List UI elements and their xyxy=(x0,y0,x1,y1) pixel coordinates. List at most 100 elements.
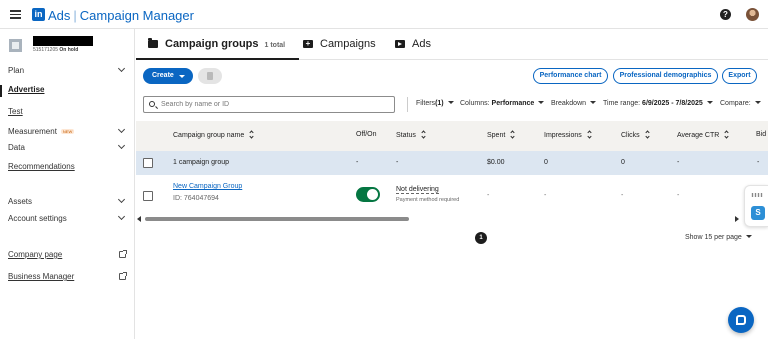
caret-down-icon xyxy=(179,75,185,78)
external-link-icon[interactable] xyxy=(119,250,127,258)
account-status: On hold xyxy=(59,47,79,53)
caret-down-icon xyxy=(538,101,545,104)
professional-demographics-button[interactable]: Professional demographics xyxy=(613,68,718,84)
sidebar-item-business-manager[interactable]: Business Manager xyxy=(8,272,74,281)
sidebar: 515171205 On hold Plan Advertise Test Me… xyxy=(0,29,135,339)
chat-button[interactable] xyxy=(728,307,754,333)
summary-name: 1 campaign group xyxy=(173,159,230,166)
column-header-ctr[interactable]: Average CTR xyxy=(677,131,729,139)
status-toggle[interactable] xyxy=(356,187,380,202)
scroll-left-arrow[interactable] xyxy=(137,216,141,222)
menu-icon[interactable] xyxy=(10,10,21,19)
caret-down-icon xyxy=(754,101,761,104)
tab-campaigns[interactable]: Campaigns xyxy=(303,29,376,60)
drag-handle-icon[interactable] xyxy=(751,193,763,197)
row-ctr: - xyxy=(677,192,680,199)
per-page-dropdown[interactable]: Show 15 per page xyxy=(685,234,752,241)
search-box[interactable] xyxy=(143,96,395,113)
filters-dropdown[interactable]: Filters(1) xyxy=(416,100,454,107)
summary-ctr: - xyxy=(677,159,680,166)
chat-icon xyxy=(736,315,746,325)
chevron-down-icon[interactable] xyxy=(118,66,126,74)
breakdown-dropdown[interactable]: Breakdown xyxy=(551,100,597,107)
summary-status: - xyxy=(396,159,399,166)
widget-logo-icon[interactable]: S xyxy=(751,206,765,220)
summary-row xyxy=(136,151,768,175)
time-range-dropdown[interactable]: Time range: 6/9/2025 - 7/8/2025 xyxy=(603,100,713,107)
sidebar-item-data[interactable]: Data xyxy=(8,143,25,152)
row-clicks: - xyxy=(621,192,624,199)
column-header-name[interactable]: Campaign group name xyxy=(173,131,254,139)
column-header-clicks[interactable]: Clicks xyxy=(621,131,650,139)
compare-dropdown[interactable]: Compare: xyxy=(720,100,761,107)
chevron-down-icon[interactable] xyxy=(118,214,126,222)
account-thumbnail[interactable] xyxy=(9,39,22,52)
summary-bid: - xyxy=(757,159,760,166)
summary-impressions: 0 xyxy=(544,159,548,166)
sidebar-item-measurement[interactable]: Measurement NEW xyxy=(8,127,75,136)
create-button[interactable]: Create xyxy=(143,68,193,84)
sort-icon xyxy=(421,131,426,138)
account-name-redacted[interactable] xyxy=(33,36,93,46)
column-header-status[interactable]: Status xyxy=(396,131,426,139)
sidebar-item-advertise[interactable]: Advertise xyxy=(8,85,44,94)
user-avatar[interactable] xyxy=(746,8,759,21)
chevron-down-icon[interactable] xyxy=(118,197,126,205)
new-badge: NEW xyxy=(60,129,75,135)
performance-chart-button[interactable]: Performance chart xyxy=(533,68,608,84)
summary-clicks: 0 xyxy=(621,159,625,166)
scroll-right-arrow[interactable] xyxy=(735,216,739,222)
help-icon[interactable]: ? xyxy=(720,9,731,20)
row-checkbox[interactable] xyxy=(143,191,153,201)
column-header-bid[interactable]: Bid xyxy=(756,131,766,138)
brand-separator: | xyxy=(73,8,77,23)
sort-icon xyxy=(249,131,254,138)
column-header-offon: Off/On xyxy=(356,131,377,138)
entity-tabs: Campaign groups1 total Campaigns Ads xyxy=(135,29,768,60)
caret-down-icon xyxy=(590,101,597,104)
tab-ads[interactable]: Ads xyxy=(395,29,431,60)
sidebar-item-company-page[interactable]: Company page xyxy=(8,250,62,259)
campaign-group-name-link[interactable]: New Campaign Group xyxy=(173,183,242,190)
tab-campaign-groups[interactable]: Campaign groups 1 total xyxy=(135,29,300,60)
chevron-down-icon[interactable] xyxy=(118,127,126,135)
sidebar-item-account-settings[interactable]: Account settings xyxy=(8,214,67,223)
external-link-icon[interactable] xyxy=(119,272,127,280)
row-spent: - xyxy=(487,192,490,199)
select-all-checkbox[interactable] xyxy=(143,158,153,168)
brand-ads: Ads xyxy=(48,8,71,23)
sort-icon xyxy=(587,131,592,138)
account-id: 515171205 On hold xyxy=(33,47,79,53)
sidebar-item-assets[interactable]: Assets xyxy=(8,197,32,206)
sidebar-item-test[interactable]: Test xyxy=(8,107,23,116)
campaign-icon xyxy=(303,38,313,50)
table-row xyxy=(136,175,768,213)
column-header-spent[interactable]: Spent xyxy=(487,131,515,139)
columns-dropdown[interactable]: Columns: Performance xyxy=(460,100,545,107)
search-icon xyxy=(149,101,155,107)
delete-button[interactable] xyxy=(198,68,222,84)
column-header-impressions[interactable]: Impressions xyxy=(544,131,592,139)
side-widget[interactable]: S xyxy=(744,185,768,227)
tab-count: 1 total xyxy=(264,42,286,49)
sidebar-item-plan[interactable]: Plan xyxy=(8,66,24,75)
campaign-group-id: ID: 764047694 xyxy=(173,195,219,202)
export-button[interactable]: Export xyxy=(722,68,757,84)
active-nav-indicator xyxy=(0,85,2,97)
current-page[interactable]: 1 xyxy=(475,232,487,244)
search-input[interactable] xyxy=(161,98,389,111)
summary-spent: $0.00 xyxy=(487,159,505,166)
caret-down-icon xyxy=(706,101,713,104)
row-status-detail: Payment method required xyxy=(396,197,460,203)
linkedin-logo[interactable]: in xyxy=(32,8,45,21)
row-impressions: - xyxy=(544,192,547,199)
horizontal-scrollbar[interactable] xyxy=(145,217,409,221)
filter-divider xyxy=(407,97,408,112)
sort-icon xyxy=(510,131,515,138)
row-status[interactable]: Not delivering xyxy=(396,186,439,194)
chevron-down-icon[interactable] xyxy=(118,143,126,151)
sidebar-item-recommendations[interactable]: Recommendations xyxy=(8,162,75,171)
summary-offon: - xyxy=(356,159,359,166)
trash-icon xyxy=(207,72,213,80)
ad-icon xyxy=(395,40,405,48)
